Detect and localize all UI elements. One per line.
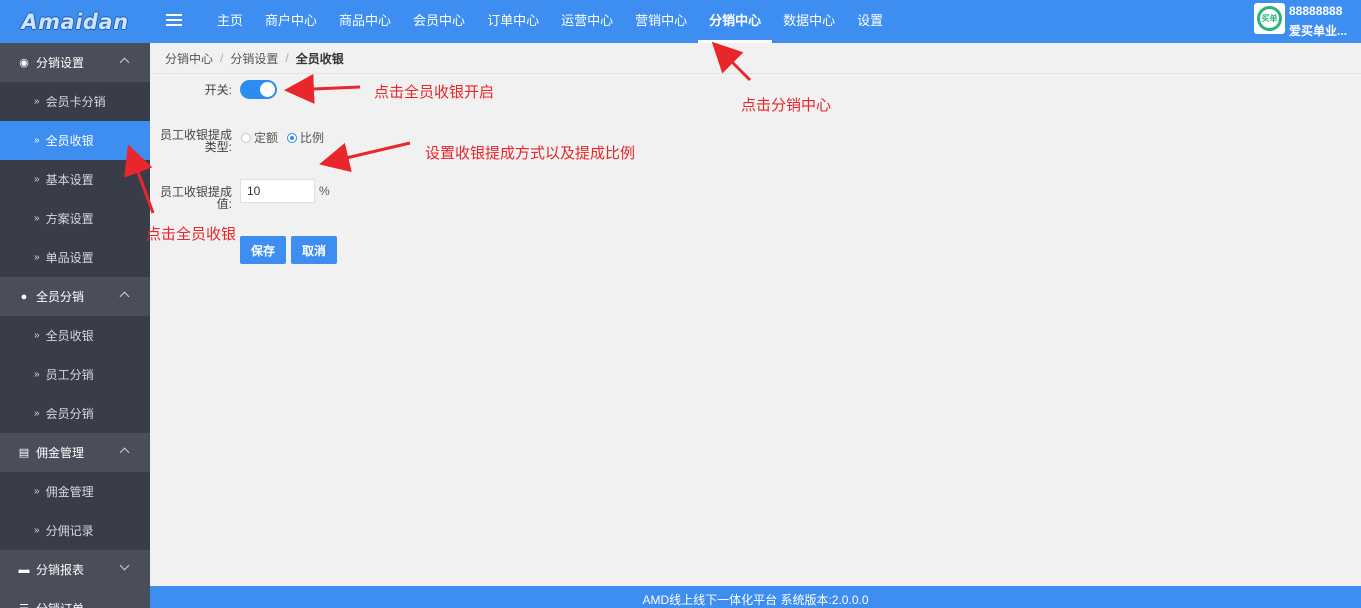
double-chevron-icon: »	[34, 213, 40, 224]
percent-unit: %	[319, 184, 330, 198]
sidebar-item-commission-records[interactable]: » 分佣记录	[0, 511, 150, 550]
sidebar-item-member-distribution[interactable]: » 会员分销	[0, 394, 150, 433]
double-chevron-icon: »	[34, 330, 40, 341]
chevron-down-icon	[119, 560, 130, 571]
sidebar-item-basic-settings[interactable]: » 基本设置	[0, 160, 150, 199]
top-header: Amaidan 主页 商户中心 商品中心 会员中心 订单中心 运营中心 营销中心…	[0, 0, 1361, 43]
switch-knob	[260, 82, 275, 97]
sidebar-item-single-product-settings[interactable]: » 单品设置	[0, 238, 150, 277]
users-icon: ◉	[19, 57, 29, 69]
list-icon: ☰	[18, 602, 30, 608]
chevron-up-icon	[119, 57, 130, 68]
sidebar-item-staff-distribution[interactable]: » 员工分销	[0, 355, 150, 394]
save-button[interactable]: 保存	[240, 236, 287, 264]
double-chevron-icon: »	[34, 174, 40, 185]
commission-value-label-line2: 值:	[216, 197, 232, 211]
footer: AMD线上线下一体化平台 系统版本:2.0.0.0	[150, 586, 1361, 608]
sidebar-group-all-staff-distribution[interactable]: ● 全员分销	[0, 277, 150, 316]
breadcrumb-current: 全员收银	[295, 51, 344, 66]
chevron-up-icon	[119, 291, 130, 302]
user-id: 88888888	[1289, 4, 1343, 18]
chevron-up-icon	[119, 447, 130, 458]
card-icon: ▬	[18, 563, 30, 576]
main-nav: 主页 商户中心 商品中心 会员中心 订单中心 运营中心 营销中心 分销中心 数据…	[206, 0, 894, 43]
sidebar-group-distribution-settings[interactable]: ◉ 分销设置	[0, 43, 150, 82]
nav-goods[interactable]: 商品中心	[328, 0, 402, 43]
radio-fixed-amount[interactable]: 定额	[241, 129, 278, 146]
nav-merchant[interactable]: 商户中心	[254, 0, 328, 43]
breadcrumb-distribution-settings[interactable]: 分销设置	[230, 50, 278, 67]
nav-member[interactable]: 会员中心	[402, 0, 476, 43]
annotation-sidebar-note: 点击全员收银	[146, 226, 237, 243]
sidebar: ◉ 分销设置 » 会员卡分销 » 全员收银 » 基本设置 » 方案设置 » 单品设置 ● …	[0, 43, 150, 608]
user-name[interactable]: 爱买单业...	[1289, 22, 1359, 39]
annotation-arrow-type	[319, 141, 411, 173]
store-logo-icon: 买单	[1257, 6, 1282, 31]
nav-data[interactable]: 数据中心	[772, 0, 846, 43]
user-icon: ●	[20, 290, 28, 303]
avatar[interactable]: 买单	[1254, 3, 1285, 34]
double-chevron-icon: »	[34, 408, 40, 419]
breadcrumb-distribution-center[interactable]: 分销中心	[165, 50, 213, 67]
radio-circle-icon	[241, 132, 251, 143]
sidebar-item-all-staff-cashier-2[interactable]: » 全员收银	[0, 316, 150, 355]
annotation-arrow-switch	[284, 73, 361, 104]
nav-order[interactable]: 订单中心	[476, 0, 550, 43]
annotation-type-note: 设置收银提成方式以及提成比例	[425, 145, 636, 162]
annotation-switch-note: 点击全员收银开启	[374, 84, 495, 101]
breadcrumb-separator: /	[285, 51, 289, 65]
double-chevron-icon: »	[34, 135, 40, 146]
sidebar-item-plan-settings[interactable]: » 方案设置	[0, 199, 150, 238]
database-icon: ▤	[18, 447, 30, 459]
app-logo[interactable]: Amaidan	[0, 0, 150, 43]
nav-marketing[interactable]: 营销中心	[624, 0, 698, 43]
commission-value-input[interactable]	[240, 179, 315, 203]
double-chevron-icon: »	[34, 252, 40, 263]
double-chevron-icon: »	[34, 525, 40, 536]
double-chevron-icon: »	[34, 96, 40, 107]
sidebar-group-distribution-orders[interactable]: ☰ 分销订单	[0, 589, 150, 608]
nav-operation[interactable]: 运营中心	[550, 0, 624, 43]
commission-type-label-line2: 类型:	[204, 140, 232, 154]
switch-label: 开关:	[204, 83, 232, 97]
cancel-button[interactable]: 取消	[291, 236, 338, 264]
nav-distribution[interactable]: 分销中心	[698, 0, 773, 43]
radio-checked-icon	[287, 132, 297, 143]
sidebar-item-member-card-distribution[interactable]: » 会员卡分销	[0, 82, 150, 121]
double-chevron-icon: »	[34, 486, 40, 497]
double-chevron-icon: »	[34, 369, 40, 380]
nav-settings[interactable]: 设置	[846, 0, 894, 43]
radio-ratio[interactable]: 比例	[287, 129, 324, 146]
sidebar-item-all-staff-cashier[interactable]: » 全员收银	[0, 121, 150, 160]
sidebar-group-distribution-reports[interactable]: ▬ 分销报表	[0, 550, 150, 589]
sidebar-group-commission[interactable]: ▤ 佣金管理	[0, 433, 150, 472]
breadcrumb-separator: /	[220, 51, 224, 65]
annotation-nav-note: 点击分销中心	[741, 97, 832, 114]
nav-home[interactable]: 主页	[206, 0, 254, 43]
menu-toggle-icon[interactable]	[166, 14, 182, 26]
sidebar-item-commission-management[interactable]: » 佣金管理	[0, 472, 150, 511]
enable-switch[interactable]	[240, 80, 277, 99]
breadcrumb: 分销中心 / 分销设置 / 全员收银	[150, 43, 1361, 74]
